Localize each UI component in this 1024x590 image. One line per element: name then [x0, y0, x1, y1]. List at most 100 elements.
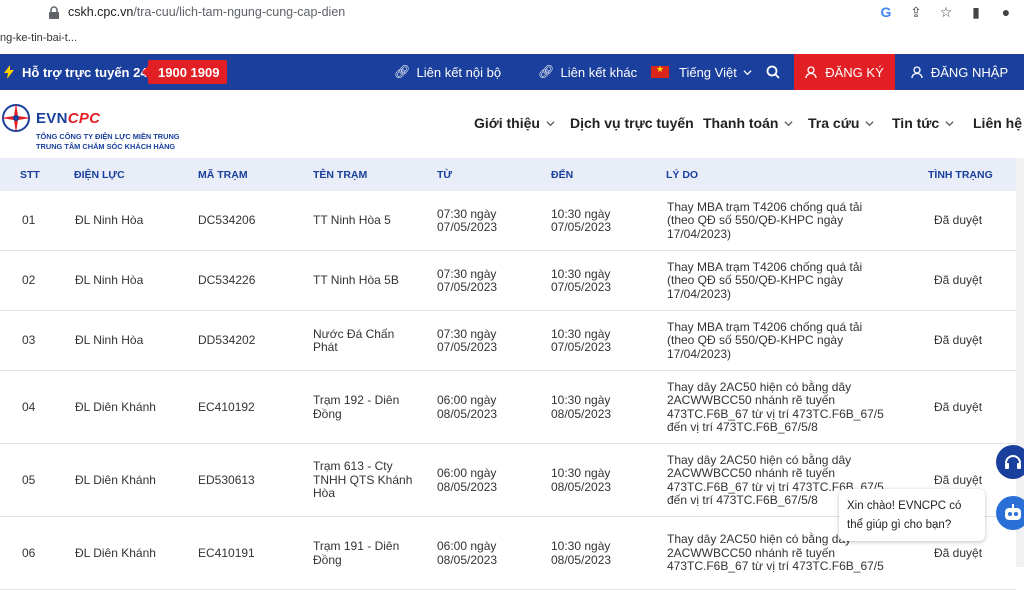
- cell-den-line: 10:30 ngày: [551, 539, 611, 553]
- cell-tu-line: 06:00 ngày: [437, 393, 497, 407]
- nav-tin-tuc[interactable]: Tin tức: [892, 115, 954, 131]
- cell-tu: 06:00 ngày 08/05/2023: [437, 539, 497, 567]
- url-text[interactable]: cskh.cpc.vn/tra-cuu/lich-tam-ngung-cung-…: [68, 5, 345, 19]
- cell-den-line: 10:30 ngày: [551, 266, 611, 281]
- cell-tu-line: 06:00 ngày: [437, 539, 497, 553]
- nav-lien-he[interactable]: Liên hệ: [973, 115, 1022, 131]
- internal-links[interactable]: 🔗︎ Liên kết nội bộ: [394, 54, 501, 90]
- other-links[interactable]: 🔗︎ Liên kết khác: [538, 54, 637, 90]
- cell-tu-line: 06:00 ngày: [437, 466, 497, 480]
- cell-ten-tram: TT Ninh Hòa 5: [313, 214, 391, 228]
- cell-ten-tram: Trạm 191 - Diên Đồng: [313, 539, 399, 567]
- search-icon: [766, 65, 780, 79]
- cell-ten-tram: Nước Đá Chấn Phát: [313, 327, 394, 355]
- col-ten-tram: TÊN TRẠM: [313, 169, 368, 181]
- cell-ly-do-line: 2ACWWBCC50 nhánh rẽ tuyến: [667, 393, 836, 407]
- cell-tu: 07:30 ngày 07/05/2023: [437, 207, 497, 235]
- login-button[interactable]: ĐĂNG NHẬP: [895, 54, 1024, 90]
- cell-ly-do-line: (theo QĐ số 550/QĐ-KHPC ngày: [667, 273, 844, 288]
- logo-text: EVNCPC: [36, 110, 101, 127]
- cell-den-line: 08/05/2023: [551, 552, 612, 567]
- chevron-down-icon: [945, 120, 954, 126]
- cell-stt: 06: [22, 545, 36, 560]
- cell-ly-do-line: Thay MBA trạm T4206 chống quá tải: [667, 259, 863, 274]
- cell-den: 10:30 ngày 07/05/2023: [551, 266, 612, 295]
- cell-ly-do-line: Thay dây 2AC50 hiện có bằng dây: [667, 452, 852, 467]
- cell-tinh-trang: Đã duyệt: [934, 213, 983, 228]
- cell-tinh-trang: Đã duyệt: [934, 472, 983, 487]
- cell-den-line: 10:30 ngày: [551, 466, 611, 480]
- robot-icon: [1005, 504, 1021, 520]
- cell-ten-tram-line: Phát: [313, 340, 338, 354]
- col-tinh-trang: TÌNH TRẠNG: [928, 169, 993, 181]
- cell-dien-luc: ĐL Diên Khánh: [75, 472, 156, 487]
- cell-ly-do-line: 17/04/2023): [667, 226, 732, 241]
- cell-dien-luc: ĐL Ninh Hòa: [75, 213, 144, 228]
- google-icon[interactable]: G: [878, 3, 894, 21]
- cell-ten-tram-line: Trạm 192 - Diên: [313, 393, 400, 407]
- chatbot-button[interactable]: [996, 496, 1024, 530]
- cell-tu-line: 08/05/2023: [437, 479, 498, 494]
- cell-ma-tram: EC410191: [198, 545, 255, 560]
- cell-tu-line: 07/05/2023: [437, 340, 498, 354]
- cell-stt: 01: [22, 213, 36, 228]
- share-icon[interactable]: ⇪: [908, 3, 924, 21]
- cell-tinh-trang: Đã duyệt: [934, 399, 983, 414]
- cell-den-line: 08/05/2023: [551, 479, 612, 494]
- cell-den: 10:30 ngày 08/05/2023: [551, 393, 612, 421]
- cell-den-line: 10:30 ngày: [551, 206, 611, 221]
- col-ly-do: LÝ DO: [666, 169, 699, 181]
- cell-tu-line: 07:30 ngày: [437, 326, 497, 341]
- cell-ten-tram-line: TT Ninh Hòa 5: [313, 213, 391, 228]
- cell-ten-tram-line: TT Ninh Hòa 5B: [313, 273, 399, 288]
- profile-icon[interactable]: ●: [998, 3, 1014, 21]
- chat-greeting-bubble[interactable]: Xin chào! EVNCPC có thể giúp gì cho bạn?: [839, 489, 985, 541]
- cell-ten-tram-line: Đồng: [313, 406, 342, 421]
- cell-tinh-trang: Đã duyệt: [934, 333, 983, 348]
- table-header: STT ĐIỆN LỰC MÃ TRẠM TÊN TRẠM TỪ ĐẾN LÝ …: [0, 158, 1016, 191]
- cell-tu: 06:00 ngày 08/05/2023: [437, 466, 498, 494]
- cell-ten-tram: Trạm 192 - Diên Đồng: [313, 393, 400, 421]
- nav-tra-cuu[interactable]: Tra cứu: [808, 115, 874, 131]
- cell-ten-tram-line: Trạm 613 - Cty: [313, 459, 393, 474]
- evn-logo-icon: [1, 103, 31, 133]
- language-select[interactable]: Tiếng Việt: [651, 54, 752, 90]
- col-ma-tram: MÃ TRẠM: [198, 169, 248, 181]
- search-button[interactable]: [766, 54, 780, 90]
- support-float-button[interactable]: [996, 445, 1024, 479]
- main-nav: EVNCPC TỔNG CÔNG TY ĐIỆN LỰC MIỀN TRUNG …: [0, 90, 1024, 158]
- cell-den-line: 07/05/2023: [551, 280, 612, 294]
- address-bar[interactable]: cskh.cpc.vn/tra-cuu/lich-tam-ngung-cung-…: [0, 0, 1024, 26]
- nav-gioi-thieu[interactable]: Giới thiệu: [474, 115, 555, 131]
- cell-tu: 07:30 ngày 07/05/2023: [437, 267, 497, 295]
- cell-ten-tram-line: Hòa: [313, 486, 336, 501]
- cell-dien-luc: ĐL Diên Khánh: [75, 545, 156, 560]
- cell-ly-do-line: 2ACWWBCC50 nhánh rẽ tuyến: [667, 466, 836, 480]
- cell-ten-tram-line: Đồng: [313, 552, 342, 567]
- cell-ly-do-line: 2ACWWBCC50 nhánh rẽ tuyến: [667, 545, 836, 560]
- sidebar-icon[interactable]: ▮: [968, 3, 984, 21]
- star-icon[interactable]: ☆: [938, 3, 954, 21]
- logo[interactable]: EVNCPC TỔNG CÔNG TY ĐIỆN LỰC MIỀN TRUNG …: [0, 96, 190, 152]
- cell-dien-luc: ĐL Ninh Hòa: [75, 333, 144, 348]
- nav-dich-vu[interactable]: Dịch vụ trực tuyến: [570, 115, 694, 131]
- cell-ten-tram-line: TNHH QTS Khánh: [313, 472, 413, 487]
- cell-ma-tram: EC410192: [198, 399, 255, 414]
- bookmark-bar: ng-ke-tin-bai-t...: [0, 28, 77, 48]
- cell-ly-do: Thay MBA trạm T4206 chống quá tải (theo Q…: [667, 200, 862, 242]
- cell-dien-luc: ĐL Diên Khánh: [75, 399, 156, 414]
- register-button[interactable]: ĐĂNG KÝ: [794, 54, 895, 90]
- hotline-badge[interactable]: 1900 1909: [141, 60, 228, 84]
- cell-ly-do: Thay MBA trạm T4206 chống quá tải (theo Q…: [667, 319, 863, 362]
- chevron-down-icon: [743, 69, 752, 75]
- col-dien-luc: ĐIỆN LỰC: [74, 169, 125, 181]
- cell-ma-tram: DC534226: [198, 273, 256, 288]
- cell-tu: 07:30 ngày 07/05/2023: [437, 326, 498, 355]
- cell-ly-do-line: Thay MBA trạm T4206 chống quá tải: [667, 319, 863, 334]
- cell-ly-do-line: 17/04/2023): [667, 346, 732, 361]
- nav-thanh-toan[interactable]: Thanh toán: [703, 115, 793, 131]
- link-icon: 🔗︎: [538, 64, 555, 79]
- bookmark-item[interactable]: ng-ke-tin-bai-t...: [0, 28, 77, 44]
- cell-ly-do-line: 17/04/2023): [667, 286, 732, 301]
- cell-den-line: 08/05/2023: [551, 406, 612, 421]
